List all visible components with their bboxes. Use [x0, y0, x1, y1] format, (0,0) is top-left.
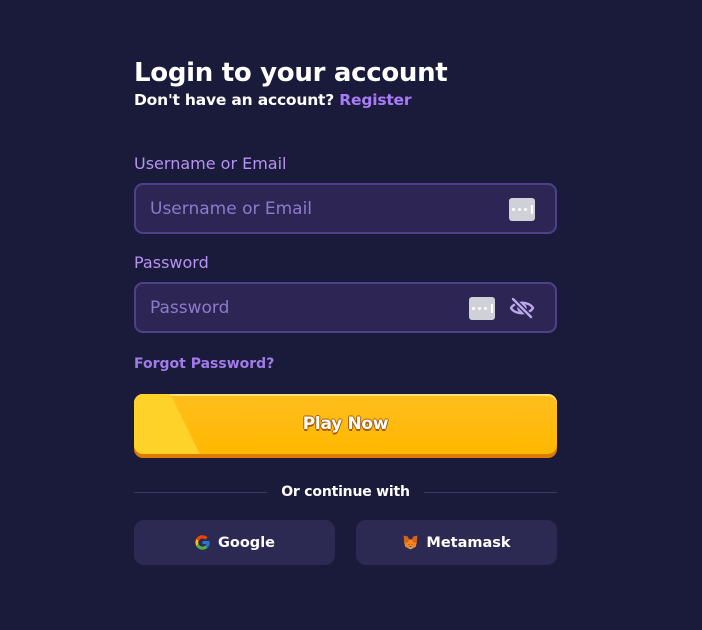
password-field-box — [134, 282, 557, 333]
password-manager-icon[interactable] — [509, 198, 535, 221]
play-now-label: Play Now — [302, 414, 389, 434]
register-prompt-text: Don't have an account? — [134, 91, 335, 109]
forgot-password-link[interactable]: Forgot Password? — [134, 355, 274, 373]
register-prompt: Don't have an account? Register — [134, 90, 557, 110]
metamask-label: Metamask — [426, 534, 511, 551]
password-manager-icon[interactable] — [469, 297, 495, 320]
username-label: Username or Email — [134, 154, 287, 173]
metamask-login-button[interactable]: Metamask — [356, 520, 557, 565]
social-divider: Or continue with — [134, 482, 557, 502]
google-label: Google — [217, 534, 275, 551]
social-login-row: Google Metamask — [134, 520, 557, 565]
button-shine — [134, 394, 200, 454]
login-form: Login to your account Don't have an acco… — [134, 58, 557, 565]
divider-text: Or continue with — [281, 484, 410, 500]
page-title: Login to your account — [134, 58, 448, 88]
divider-line-right — [423, 491, 557, 493]
divider-line-left — [134, 491, 268, 493]
google-login-button[interactable]: Google — [134, 520, 335, 565]
username-input[interactable] — [150, 185, 480, 232]
metamask-fox-icon — [402, 534, 419, 551]
password-label: Password — [134, 253, 209, 272]
play-now-button[interactable]: Play Now — [134, 394, 557, 454]
password-input[interactable] — [150, 284, 480, 331]
google-icon — [194, 534, 211, 551]
eye-slash-icon[interactable] — [509, 296, 535, 320]
register-link[interactable]: Register — [339, 91, 411, 109]
username-field-box — [134, 183, 557, 234]
